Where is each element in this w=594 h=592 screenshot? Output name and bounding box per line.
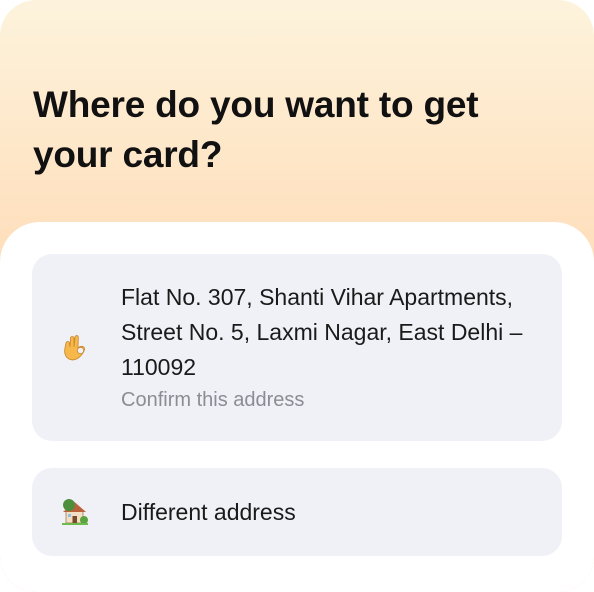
ok-hand-icon (64, 335, 85, 361)
options-panel: Flat No. 307, Shanti Vihar Apartments, S… (0, 222, 594, 592)
address-sheet: Where do you want to get your card? Flat… (0, 0, 594, 592)
different-address-label: Different address (121, 499, 296, 525)
page-title: Where do you want to get your card? (33, 84, 479, 175)
confirm-address-option[interactable]: Flat No. 307, Shanti Vihar Apartments, S… (32, 254, 562, 441)
saved-address-text: Flat No. 307, Shanti Vihar Apartments, S… (121, 284, 523, 380)
house-with-garden-icon (62, 499, 88, 525)
confirm-address-hint: Confirm this address (121, 389, 305, 411)
different-address-option[interactable]: Different address (32, 468, 562, 556)
